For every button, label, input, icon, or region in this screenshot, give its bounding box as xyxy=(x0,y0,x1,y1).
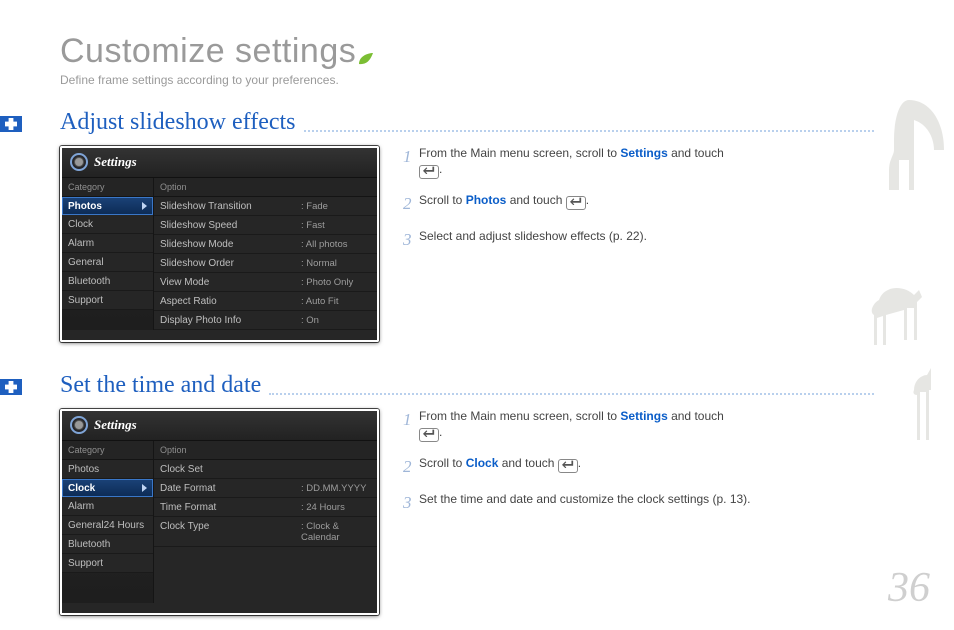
opt-row[interactable]: Slideshow Transition: Fade xyxy=(154,197,377,216)
section-title: Set the time and date xyxy=(60,372,261,399)
cat-general[interactable]: General xyxy=(62,253,153,272)
cat-alarm[interactable]: Alarm xyxy=(62,497,153,516)
step-number: 3 xyxy=(403,492,419,514)
enter-icon xyxy=(419,165,439,179)
settings-screenshot-clock: Settings Category Photos Clock Alarm Gen… xyxy=(60,409,379,615)
cat-bluetooth[interactable]: Bluetooth xyxy=(62,535,153,554)
gear-icon xyxy=(70,416,88,434)
opt-row[interactable]: Time Format: 24 Hours xyxy=(154,498,377,517)
cat-clock[interactable]: Clock xyxy=(62,215,153,234)
step-2: 2 Scroll to Photos and touch . xyxy=(403,193,874,215)
section-marker-icon xyxy=(0,116,22,132)
cat-photos[interactable]: Photos xyxy=(62,460,153,479)
col-option: Option xyxy=(154,178,377,197)
instruction-list: 1 From the Main menu screen, scroll to S… xyxy=(403,146,874,265)
section-heading-time: Set the time and date xyxy=(0,372,874,399)
step-number: 2 xyxy=(403,456,419,478)
enter-icon xyxy=(566,196,586,210)
step-number: 3 xyxy=(403,229,419,251)
step-number: 1 xyxy=(403,146,419,179)
step-1: 1 From the Main menu screen, scroll to S… xyxy=(403,146,874,179)
section-heading-slideshow: Adjust slideshow effects xyxy=(0,109,874,136)
page-title: Customize settings xyxy=(60,32,874,71)
opt-row[interactable]: Aspect Ratio: Auto Fit xyxy=(154,292,377,311)
safari-silhouette-icon xyxy=(859,90,954,520)
section-divider xyxy=(304,130,874,132)
cat-alarm[interactable]: Alarm xyxy=(62,234,153,253)
leaf-icon xyxy=(358,36,374,50)
col-option: Option xyxy=(154,441,377,460)
page-title-text: Customize settings xyxy=(60,32,356,70)
cat-general[interactable]: General24 Hours xyxy=(62,516,153,535)
col-category: Category xyxy=(62,441,153,460)
opt-row[interactable]: Clock Type: Clock & Calendar xyxy=(154,517,377,547)
cat-support[interactable]: Support xyxy=(62,554,153,573)
col-category: Category xyxy=(62,178,153,197)
cat-clock[interactable]: Clock xyxy=(62,479,153,497)
highlight-clock: Clock xyxy=(466,456,499,470)
cat-bluetooth[interactable]: Bluetooth xyxy=(62,272,153,291)
step-1: 1 From the Main menu screen, scroll to S… xyxy=(403,409,874,442)
screen-title: Settings xyxy=(94,417,137,433)
step-3: 3 Set the time and date and customize th… xyxy=(403,492,874,514)
highlight-photos: Photos xyxy=(466,193,507,207)
cat-support[interactable]: Support xyxy=(62,291,153,310)
opt-row[interactable]: Slideshow Speed: Fast xyxy=(154,216,377,235)
section-divider xyxy=(269,393,874,395)
step-number: 2 xyxy=(403,193,419,215)
instruction-list: 1 From the Main menu screen, scroll to S… xyxy=(403,409,874,528)
section-marker-icon xyxy=(0,379,22,395)
step-number: 1 xyxy=(403,409,419,442)
enter-icon xyxy=(558,459,578,473)
opt-row[interactable]: View Mode: Photo Only xyxy=(154,273,377,292)
highlight-settings: Settings xyxy=(620,146,667,160)
cat-photos[interactable]: Photos xyxy=(62,197,153,215)
gear-icon xyxy=(70,153,88,171)
highlight-settings: Settings xyxy=(620,409,667,423)
step-3: 3 Select and adjust slideshow effects (p… xyxy=(403,229,874,251)
screen-title: Settings xyxy=(94,154,137,170)
step-2: 2 Scroll to Clock and touch . xyxy=(403,456,874,478)
page-subtitle: Define frame settings according to your … xyxy=(60,73,874,87)
opt-row[interactable]: Slideshow Mode: All photos xyxy=(154,235,377,254)
opt-row[interactable]: Date Format: DD.MM.YYYY xyxy=(154,479,377,498)
opt-row[interactable]: Slideshow Order: Normal xyxy=(154,254,377,273)
opt-row[interactable]: Display Photo Info: On xyxy=(154,311,377,330)
page-number: 36 xyxy=(888,564,930,612)
section-title: Adjust slideshow effects xyxy=(60,109,296,136)
opt-row[interactable]: Clock Set xyxy=(154,460,377,479)
settings-screenshot-photos: Settings Category Photos Clock Alarm Gen… xyxy=(60,146,379,342)
enter-icon xyxy=(419,428,439,442)
